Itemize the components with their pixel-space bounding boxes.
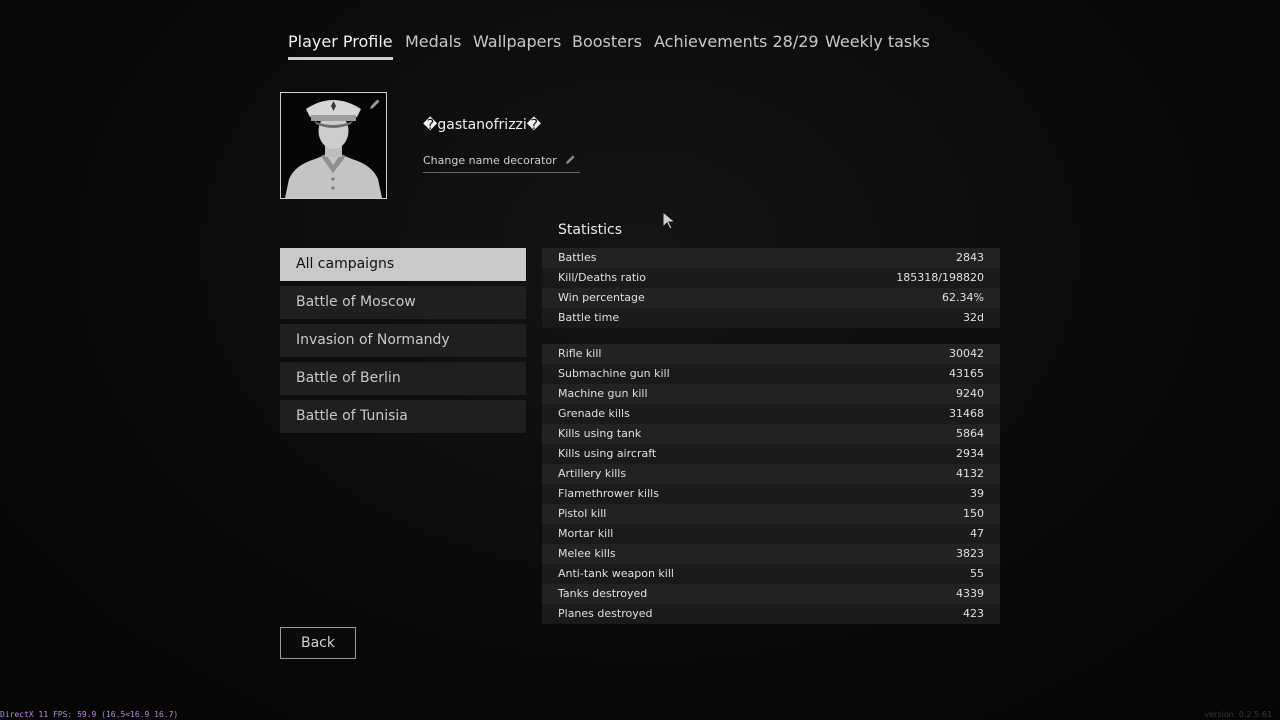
summary-stats-table: Battles 2843 Kill/Deaths ratio 185318/1988… (542, 248, 1000, 328)
stat-row: Rifle kill 30042 (542, 344, 1000, 364)
stat-value: 185318/198820 (896, 271, 984, 284)
stat-row: Submachine gun kill 43165 (542, 364, 1000, 384)
tab-label: Boosters (572, 32, 642, 51)
stat-value: 2843 (956, 251, 984, 264)
stat-row: Machine gun kill 9240 (542, 384, 1000, 404)
stat-value: 2934 (956, 447, 984, 460)
stat-row: Mortar kill 47 (542, 524, 1000, 544)
stat-row: Anti-tank weapon kill 55 (542, 564, 1000, 584)
stat-row: Battles 2843 (542, 248, 1000, 268)
tab-label: Medals (405, 32, 462, 51)
stat-value: 31468 (949, 407, 984, 420)
stat-value: 150 (963, 507, 984, 520)
stat-label: Kills using tank (558, 427, 642, 440)
campaign-item-battle-of-berlin[interactable]: Battle of Berlin (280, 362, 526, 395)
stat-label: Machine gun kill (558, 387, 648, 400)
tab-label: Weekly tasks (825, 32, 930, 51)
stat-row: Kills using tank 5864 (542, 424, 1000, 444)
stat-value: 3823 (956, 547, 984, 560)
stat-label: Anti-tank weapon kill (558, 567, 674, 580)
fps-counter: DirectX 11 FPS: 59.9 (16.5<16.9 16.7) (0, 710, 179, 719)
statistics-title: Statistics (558, 222, 622, 238)
stat-value: 423 (963, 607, 984, 620)
stat-row: Grenade kills 31468 (542, 404, 1000, 424)
stat-value: 47 (970, 527, 984, 540)
tab-weekly-tasks[interactable]: Weekly tasks (825, 30, 930, 60)
campaign-list: All campaigns Battle of Moscow Invasion … (280, 248, 526, 438)
tab-label: Player Profile (288, 32, 393, 51)
tab-label: Achievements 28/29 (654, 32, 819, 51)
stat-label: Pistol kill (558, 507, 607, 520)
stat-row: Battle time 32d (542, 308, 1000, 328)
stat-label: Mortar kill (558, 527, 614, 540)
change-decorator-label: Change name decorator (423, 154, 557, 167)
stat-value: 62.34% (942, 291, 984, 304)
tab-medals[interactable]: Medals (405, 30, 461, 60)
player-name: �gastanofrizzi� (423, 117, 542, 133)
stat-value: 30042 (949, 347, 984, 360)
tab-player-profile[interactable]: Player Profile (288, 30, 393, 60)
profile-screen: Player Profile Medals Wallpapers Booster… (0, 0, 1280, 720)
stat-value: 32d (963, 311, 984, 324)
stat-row: Win percentage 62.34% (542, 288, 1000, 308)
stat-label: Win percentage (558, 291, 645, 304)
campaign-item-all-campaigns[interactable]: All campaigns (280, 248, 526, 281)
stat-value: 43165 (949, 367, 984, 380)
stat-row: Kills using aircraft 2934 (542, 444, 1000, 464)
stat-label: Kill/Deaths ratio (558, 271, 646, 284)
pencil-icon (566, 155, 575, 165)
avatar[interactable] (280, 92, 387, 199)
stat-row: Artillery kills 4132 (542, 464, 1000, 484)
tab-boosters[interactable]: Boosters (572, 30, 642, 60)
stat-value: 9240 (956, 387, 984, 400)
stat-row: Flamethrower kills 39 (542, 484, 1000, 504)
tab-label: Wallpapers (473, 32, 562, 51)
campaign-item-invasion-of-normandy[interactable]: Invasion of Normandy (280, 324, 526, 357)
stat-value: 55 (970, 567, 984, 580)
version-label: version: 0.2.5.61 (1204, 710, 1272, 719)
tab-wallpapers[interactable]: Wallpapers (473, 30, 561, 60)
stat-value: 4339 (956, 587, 984, 600)
tab-achievements[interactable]: Achievements 28/29 (654, 30, 819, 60)
stat-label: Flamethrower kills (558, 487, 659, 500)
stat-row: Tanks destroyed 4339 (542, 584, 1000, 604)
back-button[interactable]: Back (280, 627, 356, 659)
stat-label: Kills using aircraft (558, 447, 657, 460)
stat-label: Artillery kills (558, 467, 627, 480)
stat-row: Pistol kill 150 (542, 504, 1000, 524)
stat-label: Rifle kill (558, 347, 602, 360)
campaign-item-battle-of-moscow[interactable]: Battle of Moscow (280, 286, 526, 319)
kill-stats-table: Rifle kill 30042 Submachine gun kill 43165… (542, 344, 1000, 624)
mouse-cursor-icon (662, 211, 677, 230)
stat-label: Submachine gun kill (558, 367, 670, 380)
change-name-decorator-link[interactable]: Change name decorator (423, 154, 581, 173)
stat-label: Tanks destroyed (558, 587, 648, 600)
stat-row: Melee kills 3823 (542, 544, 1000, 564)
stat-row: Kill/Deaths ratio 185318/198820 (542, 268, 1000, 288)
pencil-icon[interactable] (369, 98, 381, 110)
stat-value: 4132 (956, 467, 984, 480)
stat-row: Planes destroyed 423 (542, 604, 1000, 624)
campaign-item-battle-of-tunisia[interactable]: Battle of Tunisia (280, 400, 526, 433)
stat-label: Planes destroyed (558, 607, 653, 620)
active-tab-underline (288, 57, 393, 60)
stat-value: 39 (970, 487, 984, 500)
stat-label: Melee kills (558, 547, 616, 560)
stat-value: 5864 (956, 427, 984, 440)
stat-label: Battle time (558, 311, 620, 324)
stat-label: Battles (558, 251, 597, 264)
stat-label: Grenade kills (558, 407, 630, 420)
